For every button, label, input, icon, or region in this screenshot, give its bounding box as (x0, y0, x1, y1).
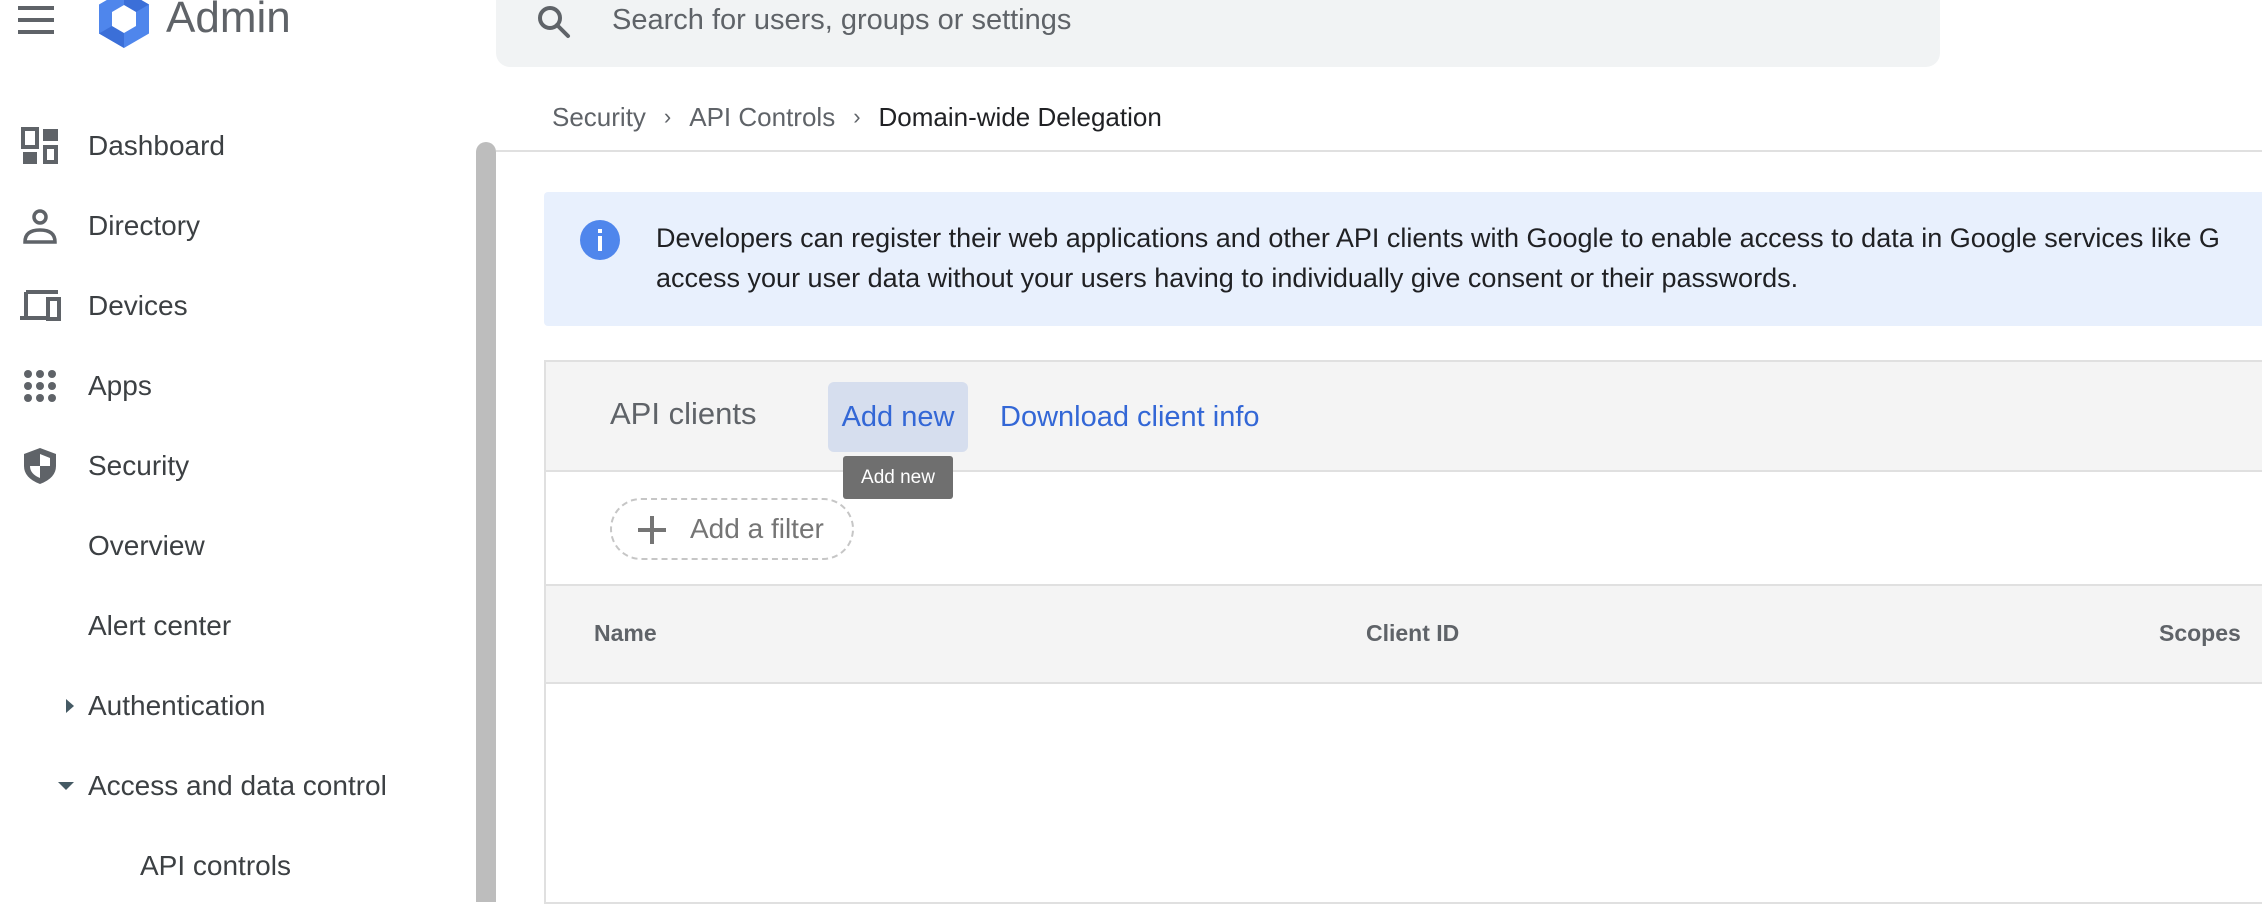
sidebar-item-label: Devices (88, 290, 188, 321)
info-banner-line-2: access your user data without your users… (656, 263, 1799, 293)
search-icon[interactable] (534, 2, 574, 42)
sidebar-item-api-controls[interactable]: API controls (0, 838, 470, 894)
info-banner-text: Developers can register their web applic… (656, 218, 2262, 298)
hamburger-menu-icon (18, 6, 54, 10)
add-filter-label: Add a filter (690, 513, 824, 544)
sidebar-item-label: Overview (88, 530, 205, 561)
add-filter-button[interactable]: Add a filter (610, 498, 854, 560)
sidebar-item-dashboard[interactable]: Dashboard (0, 118, 470, 174)
column-header-scopes[interactable]: Scopes (2159, 620, 2241, 647)
plus-icon (638, 516, 666, 544)
caret-right-icon[interactable] (62, 698, 78, 714)
breadcrumb-api-controls[interactable]: API Controls (689, 102, 835, 133)
sidebar-item-label: Dashboard (88, 130, 225, 161)
sidebar-item-label: Directory (88, 210, 201, 241)
caret-down-icon[interactable] (58, 778, 74, 794)
sidebar-item-authentication[interactable]: Authentication (0, 678, 470, 734)
main-menu-button[interactable] (18, 6, 54, 34)
column-header-name[interactable]: Name (594, 620, 657, 647)
sidebar-item-directory[interactable]: Directory (0, 198, 470, 254)
sidebar-item-security[interactable]: Security (0, 438, 470, 494)
sidebar-scrollbar[interactable] (476, 142, 496, 902)
api-clients-card-header (546, 362, 2262, 472)
sidebar-item-label: API controls (140, 850, 291, 881)
chevron-right-icon: › (853, 104, 861, 129)
search-input[interactable] (612, 0, 1812, 40)
dashboard-icon (21, 127, 58, 164)
breadcrumb-current-page: Domain-wide Delegation (878, 101, 1162, 132)
apps-grid-icon (24, 370, 56, 402)
hamburger-line (18, 18, 54, 22)
download-client-info-button[interactable]: Download client info (986, 382, 1274, 452)
sidebar-item-overview[interactable]: Overview (0, 518, 470, 574)
devices-icon (20, 290, 61, 321)
sidebar-item-alert-center[interactable]: Alert center (0, 598, 470, 654)
info-icon (580, 220, 620, 260)
sidebar-item-access-and-data-control[interactable]: Access and data control (0, 758, 470, 814)
sidebar-item-label: Alert center (88, 610, 232, 641)
add-new-tooltip: Add new (843, 456, 953, 499)
hamburger-line (18, 30, 54, 34)
person-icon (23, 209, 57, 244)
sidebar-item-label: Access and data control (88, 770, 387, 801)
shield-icon (24, 448, 56, 484)
sidebar-item-label: Apps (88, 370, 152, 401)
chevron-right-icon: › (663, 104, 672, 129)
header-divider (496, 150, 2262, 152)
column-header-client-id[interactable]: Client ID (1366, 620, 1459, 647)
app-title: Admin (166, 0, 291, 42)
sidebar-item-label: Security (88, 450, 190, 481)
sidebar-item-label: Authentication (88, 690, 266, 721)
google-admin-logo-icon[interactable] (93, 0, 155, 50)
sidebar-item-apps[interactable]: Apps (0, 358, 470, 414)
add-new-button[interactable]: Add new (828, 382, 968, 452)
breadcrumb-security[interactable]: Security (552, 102, 646, 133)
info-banner-line-1: Developers can register their web applic… (656, 223, 2220, 253)
card-title: API clients (610, 396, 757, 431)
breadcrumb: Security › API Controls › Domain-wide De… (552, 100, 1162, 134)
sidebar-item-devices[interactable]: Devices (0, 278, 470, 334)
